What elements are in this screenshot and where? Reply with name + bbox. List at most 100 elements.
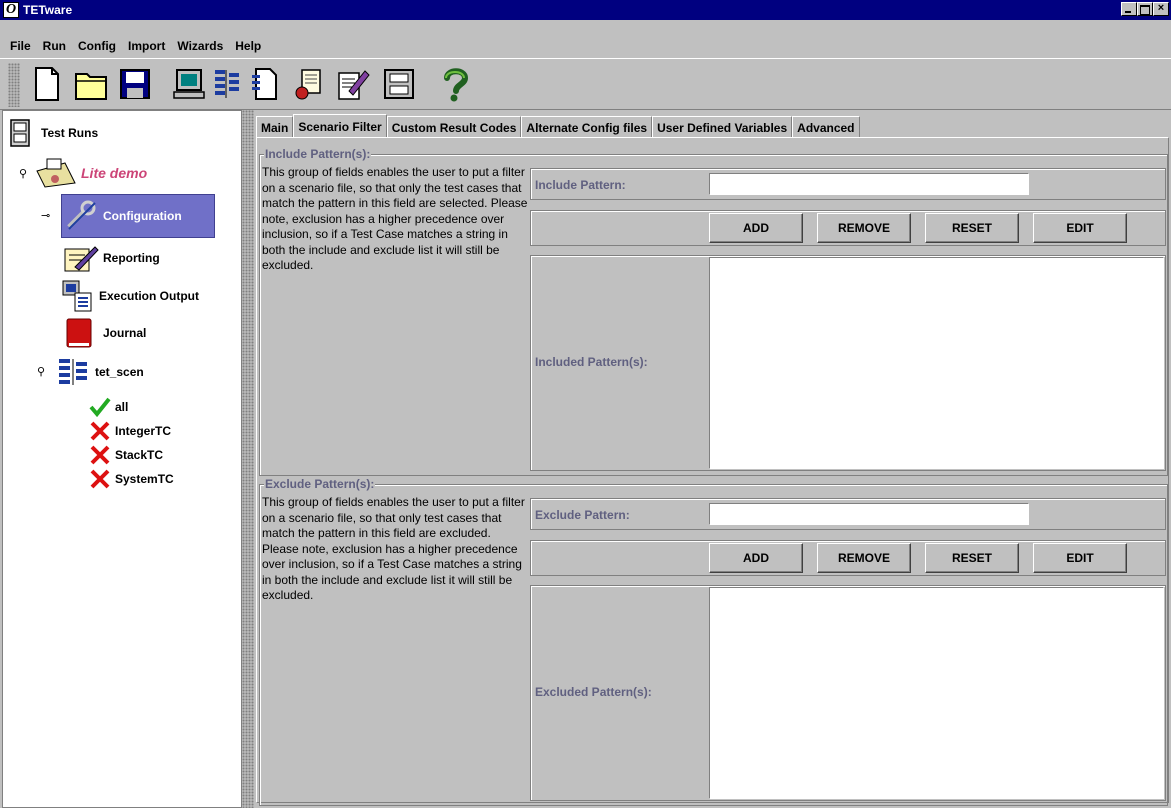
include-group-title: Include Pattern(s):: [264, 147, 372, 161]
menu-help[interactable]: Help: [229, 39, 267, 53]
tab-alternate-config-files[interactable]: Alternate Config files: [521, 116, 653, 138]
title-bar: O TETware ×: [0, 0, 1171, 20]
exclude-reset-button[interactable]: RESET: [925, 543, 1019, 573]
document-icon[interactable]: [246, 65, 284, 103]
tab-advanced[interactable]: Advanced: [792, 116, 860, 138]
expand-handle-icon[interactable]: ⚲: [19, 167, 27, 180]
collapse-handle-icon[interactable]: ⊸: [41, 209, 50, 222]
tree-item-reporting-label: Reporting: [103, 251, 160, 265]
app-logo-icon: O: [3, 2, 19, 18]
tree-case-label: StackTC: [115, 448, 164, 462]
menu-run[interactable]: Run: [37, 39, 72, 53]
exclude-pattern-row: Exclude Pattern:: [530, 498, 1166, 530]
include-pattern-input[interactable]: [709, 173, 1029, 195]
tree-case-systemtc[interactable]: SystemTC: [89, 469, 174, 489]
menu-import[interactable]: Import: [122, 39, 171, 53]
tree-case-label: IntegerTC: [115, 424, 172, 438]
tree-item-scenario-label: tet_scen: [95, 365, 144, 379]
tree-item-execution-output-label: Execution Output: [99, 289, 199, 303]
tab-bar: Main Scenario Filter Custom Result Codes…: [256, 114, 860, 138]
scenario-filter-panel: Include Pattern(s): This group of fields…: [256, 137, 1169, 806]
exclude-pattern-input[interactable]: [709, 503, 1029, 525]
printer-icon[interactable]: [380, 65, 418, 103]
excluded-patterns-row: Excluded Pattern(s):: [530, 585, 1166, 801]
include-reset-button[interactable]: RESET: [925, 213, 1019, 243]
lite-demo-icon: [36, 158, 76, 188]
test-runs-tree: Test Runs ⚲ Lite demo ⊸ Configuration Re…: [2, 110, 242, 808]
window-title: TETware: [23, 3, 73, 17]
exclude-remove-button[interactable]: REMOVE: [817, 543, 911, 573]
tree-item-scenario[interactable]: tet_scen: [57, 357, 144, 387]
help-icon[interactable]: [436, 65, 474, 103]
tree-case-all[interactable]: all: [89, 397, 128, 417]
tree-case-integertc[interactable]: IntegerTC: [89, 421, 171, 441]
toolbar: [0, 58, 1171, 110]
tree-item-configuration[interactable]: Configuration: [65, 199, 182, 233]
config-panel: Main Scenario Filter Custom Result Codes…: [256, 114, 1169, 806]
tree-case-label: all: [115, 400, 129, 414]
include-description: This group of fields enables the user to…: [262, 165, 528, 272]
included-patterns-label: Included Pattern(s):: [535, 355, 648, 369]
edit-document-icon[interactable]: [334, 65, 372, 103]
included-patterns-row: Included Pattern(s):: [530, 255, 1166, 471]
close-button[interactable]: ×: [1153, 2, 1169, 16]
excluded-patterns-label: Excluded Pattern(s):: [535, 685, 652, 699]
exclude-pattern-label: Exclude Pattern:: [535, 508, 630, 522]
computer-icon[interactable]: [170, 65, 208, 103]
reporting-icon: [64, 246, 99, 272]
tree-item-execution-output[interactable]: Execution Output: [61, 279, 199, 313]
save-disk-icon[interactable]: [116, 65, 154, 103]
tree-item-journal-label: Journal: [103, 326, 147, 340]
tree-root[interactable]: Test Runs: [9, 119, 98, 147]
included-patterns-list[interactable]: [709, 257, 1164, 469]
execution-output-icon: [62, 280, 92, 312]
tree-root-label: Test Runs: [41, 126, 99, 140]
exclude-add-button[interactable]: ADD: [709, 543, 803, 573]
tab-main[interactable]: Main: [256, 116, 294, 138]
tree-run-label: Lite demo: [81, 165, 148, 181]
open-folder-icon[interactable]: [72, 65, 110, 103]
scenario-icon[interactable]: [208, 65, 246, 103]
fail-x-icon: [90, 469, 110, 489]
include-pattern-row: Include Pattern:: [530, 168, 1166, 200]
include-pattern-label: Include Pattern:: [535, 178, 626, 192]
exclude-group: Exclude Pattern(s): This group of fields…: [259, 477, 1168, 806]
tree-item-configuration-label: Configuration: [103, 209, 182, 223]
include-add-button[interactable]: ADD: [709, 213, 803, 243]
check-icon: [89, 397, 111, 417]
cabinet-icon: [10, 119, 30, 147]
include-edit-button[interactable]: EDIT: [1033, 213, 1127, 243]
new-file-icon[interactable]: [28, 65, 66, 103]
splitter-handle[interactable]: [242, 110, 254, 808]
tab-custom-result-codes[interactable]: Custom Result Codes: [386, 116, 522, 138]
excluded-patterns-list[interactable]: [709, 587, 1164, 799]
fail-x-icon: [90, 445, 110, 465]
tree-item-journal[interactable]: Journal: [63, 317, 146, 349]
tree-case-label: SystemTC: [115, 472, 174, 486]
menu-bar: File Run Config Import Wizards Help: [0, 37, 267, 55]
include-button-row: ADD REMOVE RESET EDIT: [530, 210, 1166, 246]
tree-case-stacktc[interactable]: StackTC: [89, 445, 163, 465]
toolbar-grip[interactable]: [8, 63, 20, 107]
exclude-group-title: Exclude Pattern(s):: [264, 477, 376, 491]
menu-config[interactable]: Config: [72, 39, 122, 53]
exclude-button-row: ADD REMOVE RESET EDIT: [530, 540, 1166, 576]
tab-scenario-filter[interactable]: Scenario Filter: [293, 114, 387, 138]
menu-file[interactable]: File: [4, 39, 37, 53]
tree-run[interactable]: Lite demo: [35, 157, 147, 189]
include-group: Include Pattern(s): This group of fields…: [259, 147, 1168, 476]
tree-item-reporting[interactable]: Reporting: [63, 243, 160, 273]
menu-wizards[interactable]: Wizards: [171, 39, 229, 53]
maximize-button[interactable]: [1137, 2, 1153, 16]
scenario-tree-icon: [59, 359, 87, 385]
expand-handle-scenario-icon[interactable]: ⚲: [37, 365, 45, 378]
fail-x-icon: [90, 421, 110, 441]
wrench-icon: [67, 200, 96, 230]
journal-icon[interactable]: [290, 65, 328, 103]
include-remove-button[interactable]: REMOVE: [817, 213, 911, 243]
journal-book-icon: [66, 318, 92, 348]
exclude-edit-button[interactable]: EDIT: [1033, 543, 1127, 573]
minimize-button[interactable]: [1121, 2, 1137, 16]
exclude-description: This group of fields enables the user to…: [262, 495, 525, 602]
tab-user-defined-variables[interactable]: User Defined Variables: [652, 116, 793, 138]
